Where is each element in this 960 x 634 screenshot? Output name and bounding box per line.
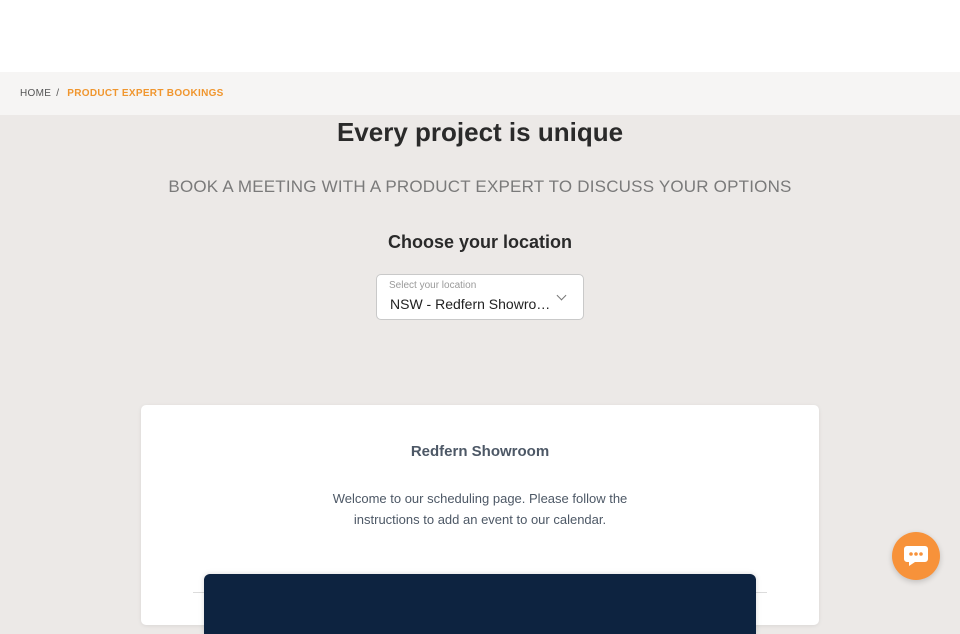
booking-card: Redfern Showroom Welcome to our scheduli… — [141, 405, 819, 634]
card-welcome-text: Welcome to our scheduling page. Please f… — [332, 491, 628, 527]
page-title: Every project is unique — [336, 117, 624, 147]
location-select-label: Select your location — [389, 280, 477, 291]
breadcrumb-current: PRODUCT EXPERT BOOKINGS — [67, 88, 224, 99]
breadcrumb-separator: / — [56, 88, 60, 99]
scheduler-panel — [204, 574, 756, 634]
page-subtitle: BOOK A MEETING WITH A PRODUCT EXPERT TO … — [168, 177, 792, 196]
breadcrumb: HOME / PRODUCT EXPERT BOOKINGS — [0, 72, 960, 115]
chevron-down-icon — [556, 290, 567, 301]
card-title: Redfern Showroom — [410, 443, 550, 460]
location-select[interactable]: Select your location NSW - Redfern Showr… — [376, 274, 584, 320]
top-header — [0, 0, 960, 72]
breadcrumb-home-link[interactable]: HOME — [20, 88, 51, 99]
chat-bubble-icon — [904, 546, 928, 566]
location-select-value: NSW - Redfern Showroom — [390, 296, 555, 312]
location-heading: Choose your location — [387, 232, 573, 252]
chat-button[interactable] — [892, 532, 940, 580]
